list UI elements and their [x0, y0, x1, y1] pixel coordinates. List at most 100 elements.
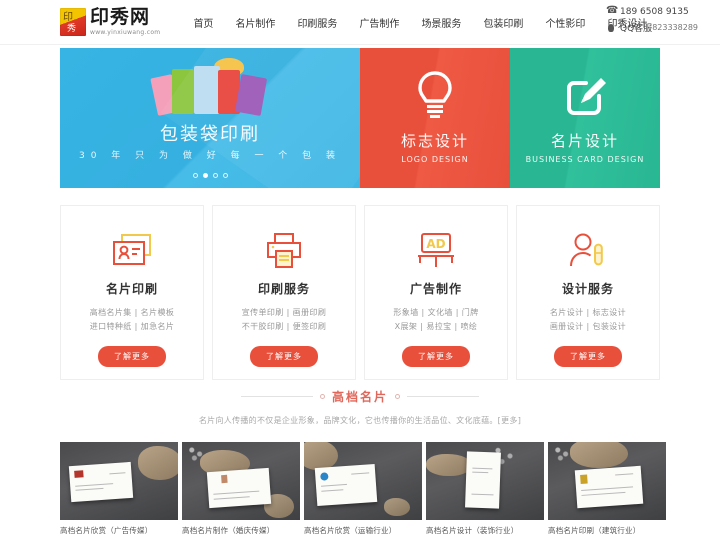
card-logo — [74, 470, 84, 478]
bag-2 — [172, 69, 194, 114]
site-logo[interactable]: 印秀网 www.yinxiuwang.com — [60, 8, 160, 36]
card-links: 高档名片集 | 名片模板 进口特种纸 | 加急名片 — [90, 306, 175, 334]
service-cards: 名片印刷 高档名片集 | 名片模板 进口特种纸 | 加急名片 了解更多 印刷服务 — [60, 205, 660, 380]
edit-square-icon — [561, 66, 609, 122]
learn-more-button[interactable]: 了解更多 — [98, 346, 166, 367]
card-link-row-1[interactable]: 宣传单印刷 | 画册印刷 — [242, 306, 327, 320]
qq-label: QQ客服 — [620, 24, 653, 34]
learn-more-button[interactable]: 了解更多 — [250, 346, 318, 367]
card-logo — [221, 474, 228, 484]
card-link-row-1[interactable]: 高档名片集 | 名片模板 — [90, 306, 175, 320]
gallery-caption: 高档名片欣赏（广告传媒） — [60, 526, 153, 535]
qq-row[interactable]: QQ客服 823338289 — [606, 21, 698, 34]
banner-carousel[interactable]: 包装袋印刷 30 年 只 为 做 好 每 一 个 包 装 — [60, 48, 360, 188]
gallery-photo — [548, 442, 666, 520]
card-link-row-1[interactable]: 名片设计 | 标志设计 — [550, 306, 626, 320]
service-card-printing-service[interactable]: 印刷服务 宣传单印刷 | 画册印刷 不干胶印刷 | 便签印刷 了解更多 — [212, 205, 356, 380]
carousel-dot-3[interactable] — [212, 173, 218, 178]
gallery-photo — [182, 442, 300, 520]
banner-panel-logo-design[interactable]: 标志设计 LOGO DESIGN — [360, 48, 510, 188]
gallery-caption: 高档名片欣赏（运输行业） — [304, 526, 397, 535]
section-description: 名片向人传播的不仅是企业形象，品牌文化，它也传播你的生活品位、文化底蕴。 — [198, 416, 498, 425]
carousel-dot-2[interactable] — [202, 173, 208, 178]
carousel-dot-1[interactable] — [192, 173, 198, 178]
card-logo — [580, 474, 588, 484]
card-gallery: 高档名片欣赏（广告传媒） 高档名片制作（婚庆传媒） 高档名片欣赏（运输行业） 高… — [60, 442, 666, 536]
panel-title-en: BUSINESS CARD DESIGN — [525, 155, 645, 164]
gallery-item[interactable]: 高档名片印刷（建筑行业） — [548, 442, 666, 536]
nav-item-scene-service[interactable]: 场景服务 — [410, 15, 472, 30]
nav-item-business-card[interactable]: 名片制作 — [224, 15, 286, 30]
service-card-business-card-printing[interactable]: 名片印刷 高档名片集 | 名片模板 进口特种纸 | 加急名片 了解更多 — [60, 205, 204, 380]
lightbulb-icon — [415, 66, 455, 122]
carousel-dot-4[interactable] — [222, 173, 228, 178]
nav-item-advertising[interactable]: 广告制作 — [348, 15, 410, 30]
phone-number: 189 6508 9135 — [620, 7, 689, 17]
nav-item-home[interactable]: 首页 — [182, 15, 224, 30]
section-description-row: 名片向人传播的不仅是企业形象，品牌文化，它也传播你的生活品位、文化底蕴。[更多] — [0, 415, 720, 426]
card-link-row-2[interactable]: 进口特种纸 | 加急名片 — [90, 320, 175, 334]
bag-4 — [218, 70, 240, 114]
card-title: 印刷服务 — [257, 282, 310, 296]
panel-title-cn: 名片设计 — [550, 132, 619, 150]
business-card-photo — [206, 467, 272, 509]
carousel-dots — [60, 173, 360, 178]
nav-item-package-printing[interactable]: 包装印刷 — [472, 15, 534, 30]
card-text-line — [75, 483, 114, 487]
card-title: 广告制作 — [409, 282, 462, 296]
qq-icon — [606, 23, 616, 33]
service-card-design-service[interactable]: 设计服务 名片设计 | 标志设计 画册设计 | 包装设计 了解更多 — [516, 205, 660, 380]
card-text-line — [471, 493, 494, 496]
card-link-row-2[interactable]: X展架 | 易拉宝 | 喷绘 — [393, 320, 478, 334]
card-text-line — [321, 489, 344, 492]
gallery-item[interactable]: 高档名片欣赏（运输行业） — [304, 442, 422, 536]
panel-title-en: LOGO DESIGN — [401, 155, 469, 164]
card-link-row-2[interactable]: 画册设计 | 包装设计 — [550, 320, 626, 334]
card-links: 宣传单印刷 | 画册印刷 不干胶印刷 | 便签印刷 — [242, 306, 327, 334]
learn-more-button[interactable]: 了解更多 — [402, 346, 470, 367]
gallery-item[interactable]: 高档名片制作（婚庆传媒） — [182, 442, 300, 536]
banner-title: 包装袋印刷 — [160, 124, 260, 145]
service-card-advertising[interactable]: AD 广告制作 形象墙 | 文化墙 | 门牌 X展架 | 易拉宝 | 喷绘 了解… — [364, 205, 508, 380]
gallery-item[interactable]: 高档名片设计（装饰行业） — [426, 442, 544, 536]
logo-text: 印秀网 www.yinxiuwang.com — [90, 8, 160, 36]
business-card-photo — [574, 465, 644, 509]
svg-text:AD: AD — [426, 237, 445, 251]
nav-item-personal-copy[interactable]: 个性影印 — [534, 15, 596, 30]
main-nav: 首页 名片制作 印刷服务 广告制作 场景服务 包装印刷 个性影印 印秀设计 — [182, 15, 658, 30]
section-more-link[interactable]: [更多] — [498, 416, 521, 425]
card-links: 名片设计 | 标志设计 画册设计 | 包装设计 — [550, 306, 626, 334]
package-bags-illustration — [150, 58, 270, 116]
card-text-line — [213, 490, 260, 495]
learn-more-button[interactable]: 了解更多 — [554, 346, 622, 367]
person-pencil-icon — [567, 230, 609, 272]
divider-circle-right — [395, 394, 400, 399]
logo-seal-icon — [60, 8, 86, 36]
gallery-item[interactable]: 高档名片欣赏（广告传媒） — [60, 442, 178, 536]
id-card-icon — [110, 230, 154, 272]
card-logo — [320, 472, 329, 481]
qq-number: 823338289 — [652, 23, 698, 32]
card-link-row-1[interactable]: 形象墙 | 文化墙 | 门牌 — [393, 306, 478, 320]
card-text-line — [472, 471, 489, 474]
card-text-line — [581, 491, 626, 496]
rock-shape — [570, 442, 628, 468]
phone-icon — [606, 5, 618, 17]
card-text-line — [213, 496, 250, 500]
card-text-line — [351, 472, 370, 475]
card-title: 设计服务 — [561, 282, 614, 296]
printer-icon — [264, 230, 304, 272]
business-card-photo — [465, 451, 501, 509]
nav-item-printing-service[interactable]: 印刷服务 — [286, 15, 348, 30]
panel-title-cn: 标志设计 — [400, 132, 469, 150]
popcorn-shape — [214, 58, 244, 76]
divider-left — [240, 396, 313, 397]
card-text-line — [615, 473, 634, 476]
banner-panel-card-design[interactable]: 名片设计 BUSINESS CARD DESIGN — [510, 48, 660, 188]
rock-shape — [426, 454, 472, 476]
section-title-row: 高档名片 — [0, 388, 720, 405]
phone-row: 189 6508 9135 — [606, 5, 698, 17]
card-link-row-2[interactable]: 不干胶印刷 | 便签印刷 — [242, 320, 327, 334]
bag-5 — [234, 74, 268, 116]
business-card-photo — [68, 461, 134, 503]
